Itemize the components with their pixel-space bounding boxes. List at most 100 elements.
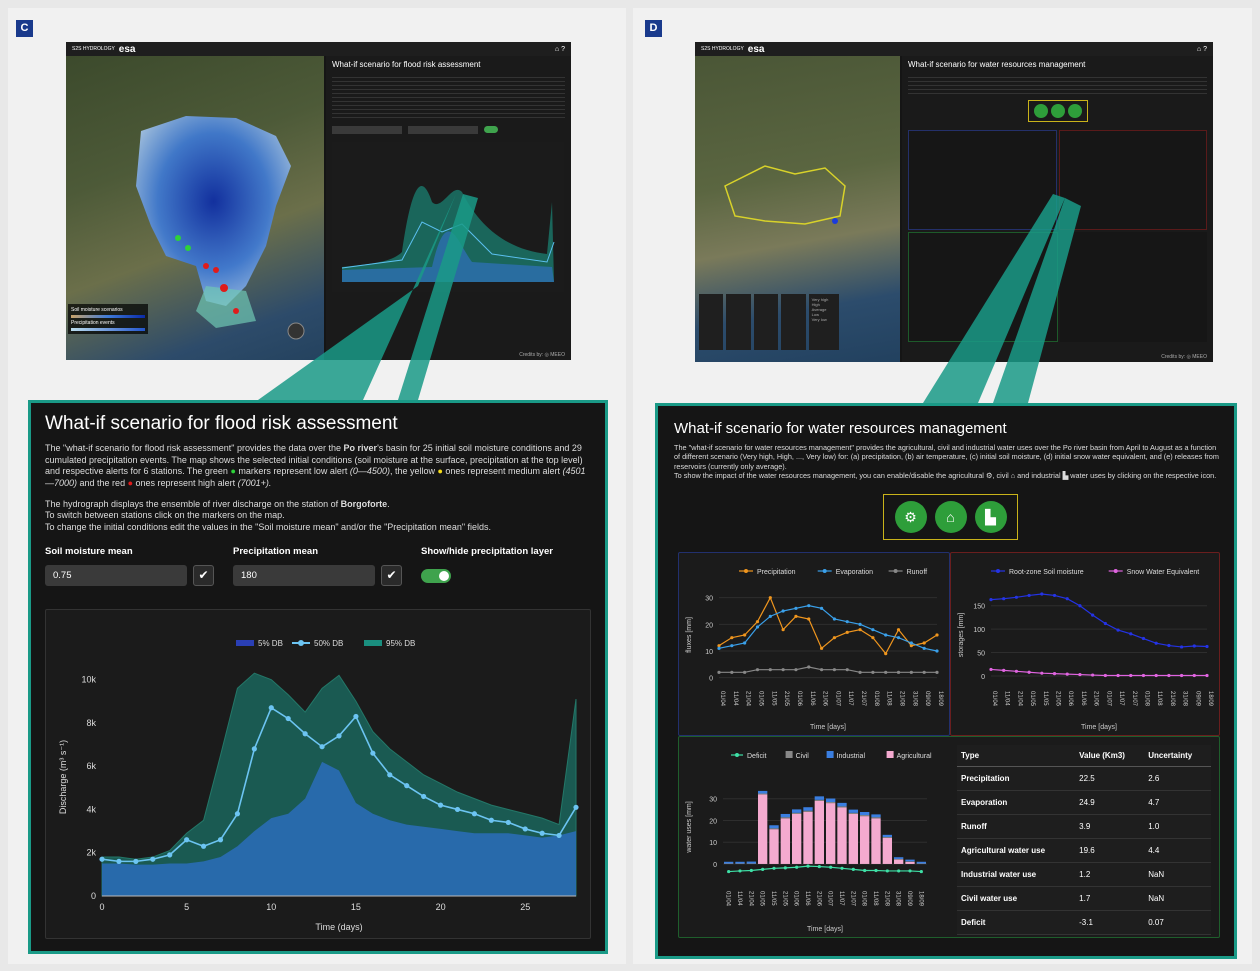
bar-agricultural bbox=[826, 803, 836, 864]
bar-agricultural bbox=[792, 813, 802, 864]
y-tick-label: 50 bbox=[977, 651, 985, 658]
bar-industrial bbox=[814, 796, 824, 800]
bar-industrial bbox=[860, 812, 870, 816]
x-tick-label: 21/07 bbox=[849, 891, 855, 907]
series-point bbox=[819, 646, 824, 650]
deficit-point bbox=[919, 869, 923, 874]
series-point bbox=[1014, 595, 1019, 599]
series-point bbox=[819, 668, 824, 672]
series-point bbox=[896, 670, 901, 674]
legend-label: Precipitation bbox=[757, 569, 796, 576]
series-point bbox=[730, 636, 734, 640]
bar-agricultural bbox=[905, 861, 915, 864]
bar-agricultural bbox=[803, 811, 813, 864]
y-tick-label: 20 bbox=[709, 818, 717, 825]
x-tick-label: 11/07 bbox=[847, 691, 853, 706]
precipitation-input[interactable]: 180 bbox=[233, 564, 375, 586]
industrial-toggle-button[interactable]: ▙ bbox=[974, 501, 1007, 533]
point-50db bbox=[302, 731, 308, 737]
bar-agricultural bbox=[758, 794, 768, 864]
civil-toggle-button[interactable]: ⌂ bbox=[934, 501, 967, 533]
y-tick-label: 6k bbox=[86, 761, 96, 771]
y-tick-label: 100 bbox=[973, 627, 985, 634]
deficit-point bbox=[772, 866, 776, 870]
x-tick-label: 11/06 bbox=[809, 691, 815, 706]
table-cell: 22.5 bbox=[1075, 766, 1145, 791]
point-50db bbox=[454, 806, 461, 813]
x-tick-label: 01/05 bbox=[1029, 691, 1035, 707]
soil-moisture-input[interactable]: 0.75 bbox=[45, 564, 187, 586]
y-tick-label: 10 bbox=[705, 649, 713, 656]
bar-industrial bbox=[916, 861, 926, 864]
point-50db bbox=[404, 783, 410, 789]
bar-agricultural bbox=[848, 813, 858, 864]
water-description: The "what-if scenario for water resource… bbox=[674, 443, 1219, 471]
agricultural-toggle-button[interactable]: ⚙ bbox=[894, 501, 927, 533]
table-cell: 0.07 bbox=[1144, 910, 1211, 935]
x-tick-label: 11/04 bbox=[732, 691, 738, 706]
series-point bbox=[922, 670, 926, 674]
x-axis-label: Time [days] bbox=[1081, 724, 1117, 731]
x-tick-label: 01/06 bbox=[793, 891, 799, 907]
series-point bbox=[896, 636, 901, 640]
legend-label: Industrial bbox=[837, 753, 866, 760]
series-point bbox=[717, 646, 721, 650]
bar-civil bbox=[882, 837, 892, 838]
bar-civil bbox=[769, 828, 779, 830]
x-tick-label: 01/07 bbox=[1105, 691, 1111, 707]
series-point bbox=[794, 614, 798, 618]
house-icon: ⌂ bbox=[946, 509, 955, 525]
series-point bbox=[1040, 592, 1044, 596]
bar-agricultural bbox=[860, 816, 870, 864]
y-tick-label: 0 bbox=[709, 676, 713, 683]
series-point bbox=[1103, 621, 1107, 626]
series-point bbox=[832, 668, 837, 672]
x-tick-label: 10 bbox=[266, 902, 276, 912]
series-point bbox=[832, 617, 837, 621]
legend-label: Snow Water Equivalent bbox=[1127, 569, 1200, 576]
series-point bbox=[1129, 632, 1133, 636]
series-point bbox=[1116, 673, 1120, 678]
x-axis-label: Time (days) bbox=[315, 922, 362, 932]
soil-moisture-label: Soil moisture mean bbox=[45, 545, 133, 557]
deficit-point bbox=[783, 866, 787, 870]
table-cell: 4.4 bbox=[1144, 838, 1211, 863]
flood-river-name: Po river bbox=[343, 443, 378, 453]
series-point bbox=[807, 604, 811, 608]
series-point bbox=[730, 644, 734, 648]
deficit-point bbox=[806, 864, 810, 868]
x-tick-label: 11/06 bbox=[804, 891, 810, 906]
x-tick-label: 21/05 bbox=[1055, 691, 1061, 707]
table-cell: 2.6 bbox=[1144, 766, 1211, 791]
precipitation-apply-button[interactable]: ✔ bbox=[381, 564, 402, 586]
series-point bbox=[1205, 673, 1209, 678]
series-point bbox=[1052, 672, 1057, 676]
x-tick-label: 11/07 bbox=[838, 891, 844, 906]
point-50db bbox=[539, 830, 545, 836]
bar-industrial bbox=[826, 798, 836, 802]
series-point bbox=[794, 606, 798, 610]
flood-switch-note: To switch between stations click on the … bbox=[45, 510, 285, 521]
x-tick-label: 21/04 bbox=[747, 891, 753, 907]
soil-moisture-apply-button[interactable]: ✔ bbox=[193, 564, 214, 586]
series-point bbox=[781, 628, 785, 632]
flood-edit-note: To change the initial conditions edit th… bbox=[45, 522, 492, 533]
x-tick-label: 11/04 bbox=[736, 891, 742, 906]
table-cell: 3.9 bbox=[1075, 814, 1145, 839]
legend-label: Evaporation bbox=[836, 569, 873, 576]
x-tick-label: 21/05 bbox=[783, 691, 789, 707]
table-header-value: Value (Km3) bbox=[1075, 745, 1145, 767]
legend-label: Civil bbox=[796, 753, 810, 760]
table-row: Civil water use 1.7 NaN bbox=[957, 886, 1211, 911]
legend-label: Agricultural bbox=[897, 753, 932, 760]
flood-desc-text: ones represent high alert bbox=[133, 478, 238, 489]
table-row: Industrial water use 1.2 NaN bbox=[957, 862, 1211, 887]
series-line bbox=[990, 668, 1207, 677]
bar-agricultural bbox=[814, 800, 824, 864]
point-50db bbox=[387, 772, 393, 778]
water-zoom-panel: What-if scenario for water resources man… bbox=[655, 403, 1237, 959]
precipitation-layer-toggle[interactable] bbox=[421, 568, 451, 583]
flood-desc-text: markers represent low alert bbox=[235, 466, 350, 477]
x-tick-label: 11/08 bbox=[886, 691, 892, 706]
panel-c: C S2S HYDROLOGY esa ⌂ ? Soil moisture sc… bbox=[8, 8, 626, 964]
